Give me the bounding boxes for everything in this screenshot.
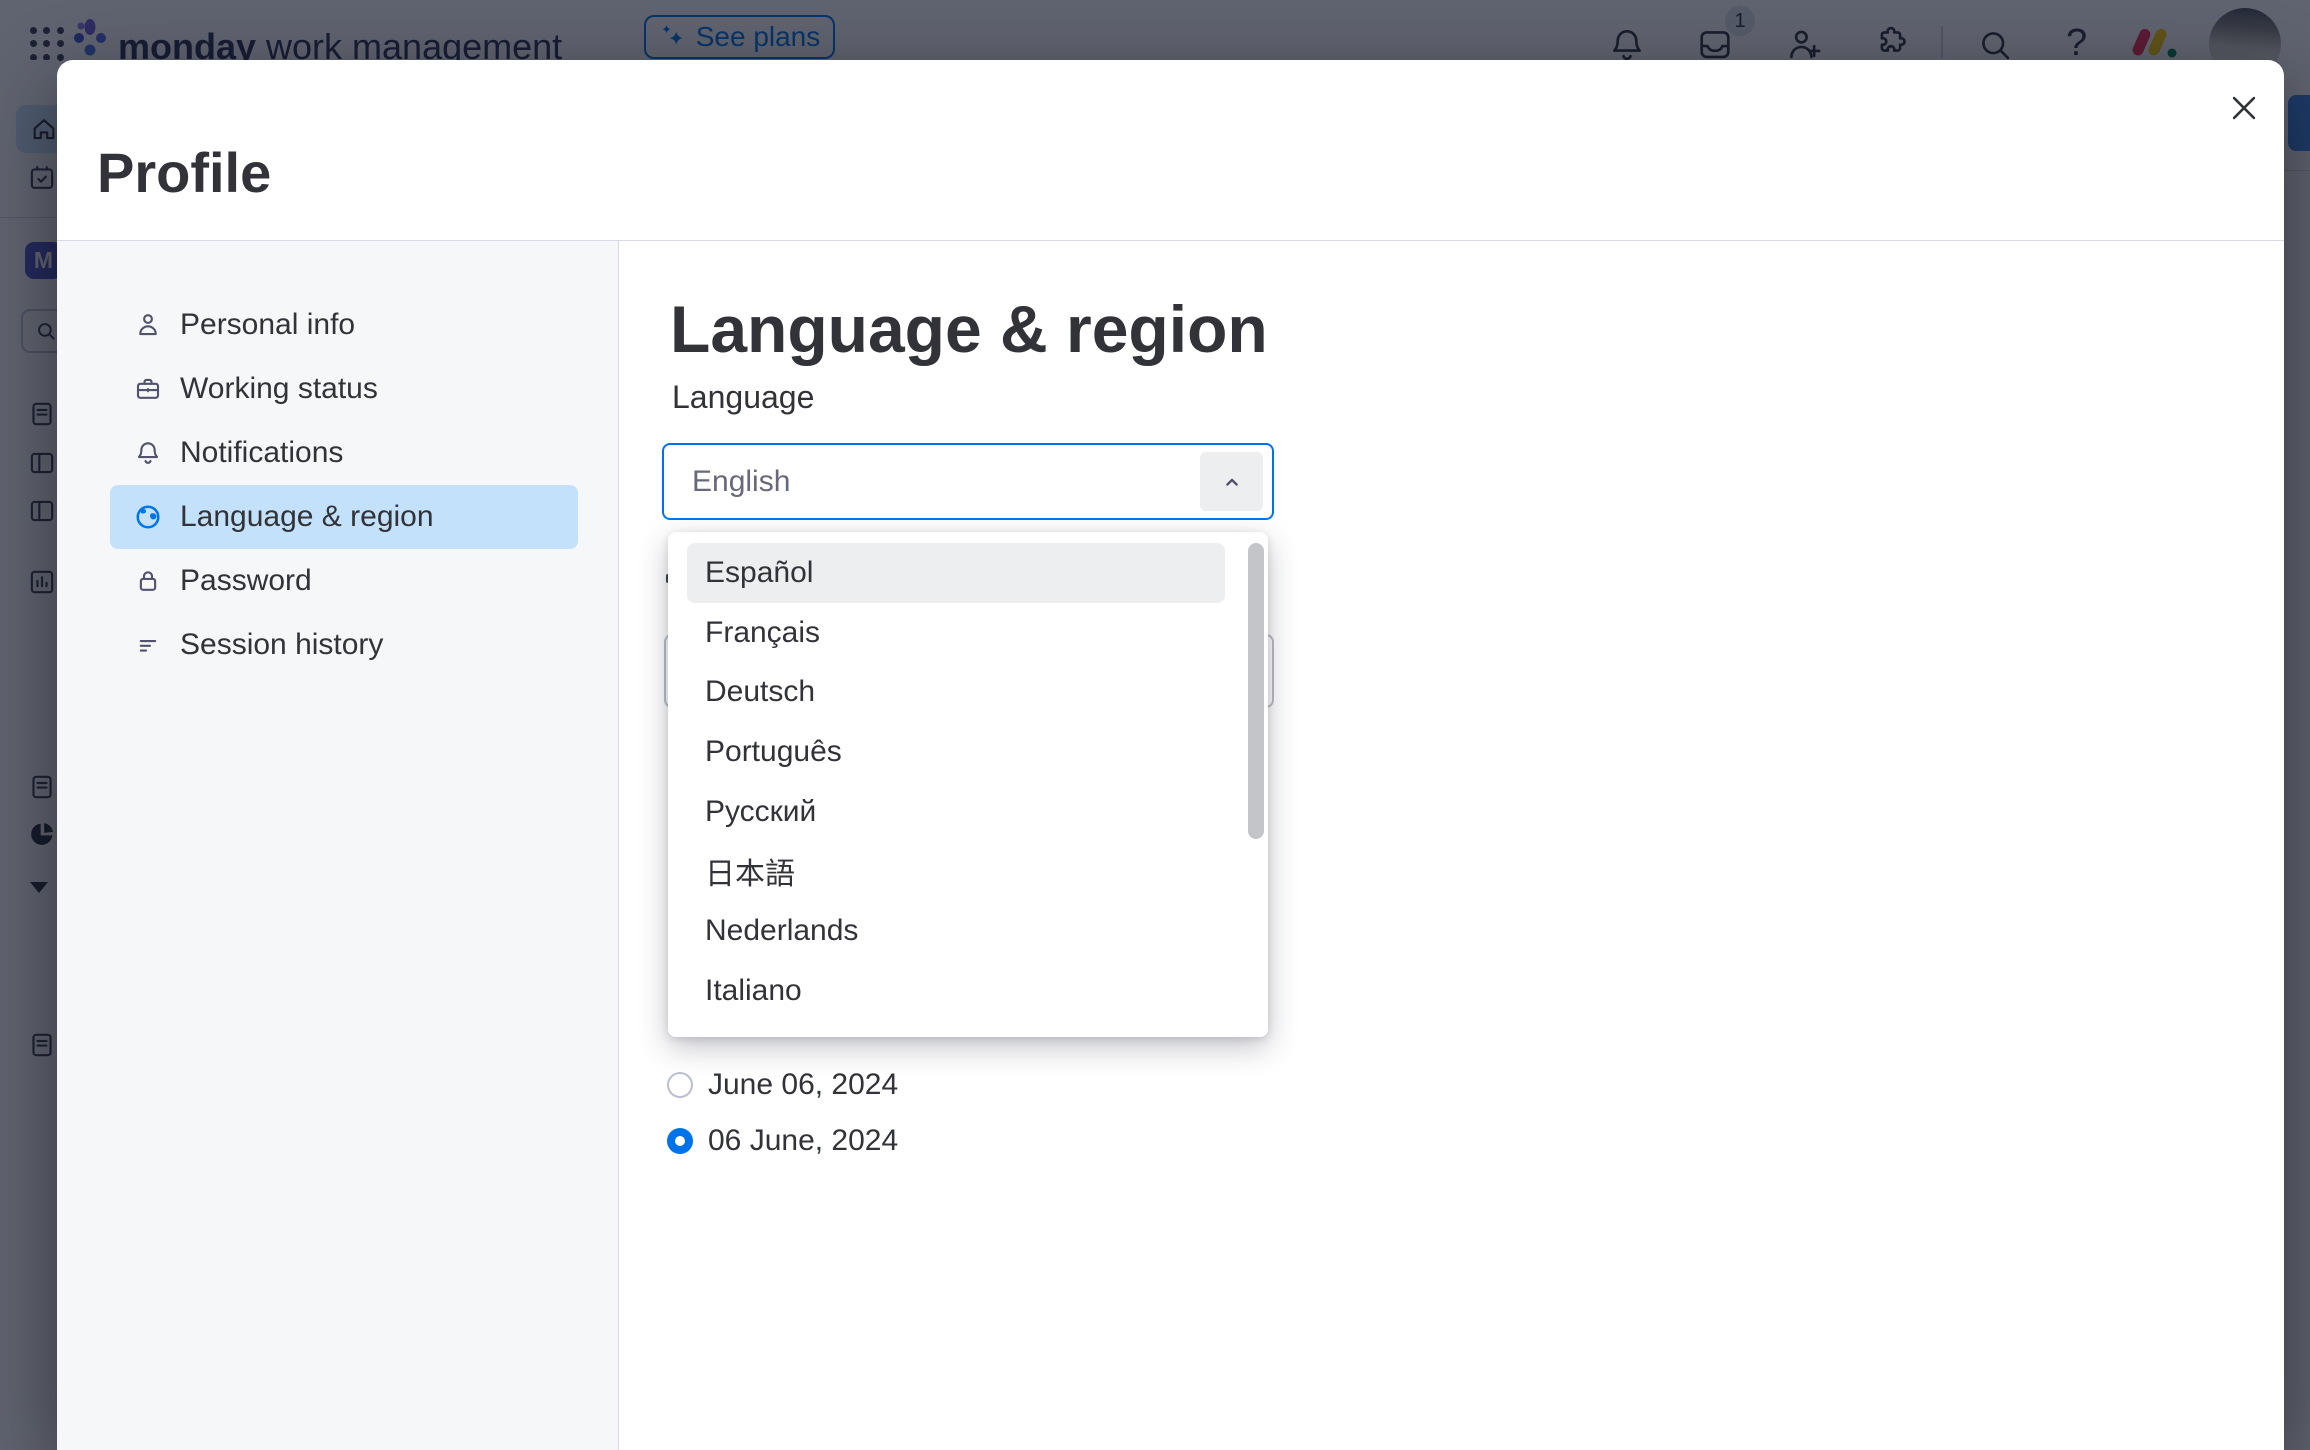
lock-icon xyxy=(139,571,157,591)
nav-item-session-history[interactable]: Session history xyxy=(110,613,578,677)
nav-label: Session history xyxy=(180,628,384,661)
profile-modal: Profile Personal info Working status Not… xyxy=(57,60,2284,1450)
language-options-list: Español Français Deutsch Português Русск… xyxy=(687,543,1225,1021)
language-option-japanese[interactable]: 日本語 xyxy=(687,841,1225,901)
date-format-label: June 06, 2024 xyxy=(708,1068,899,1101)
globe-icon xyxy=(136,505,160,529)
nav-label: Language & region xyxy=(180,500,434,533)
language-option-russian[interactable]: Русский xyxy=(687,782,1225,842)
close-icon xyxy=(2232,96,2256,120)
close-button[interactable] xyxy=(2221,85,2267,131)
nav-label: Working status xyxy=(180,372,378,405)
bell-icon xyxy=(137,442,159,464)
language-select-value: English xyxy=(692,465,791,498)
language-option-deutsch[interactable]: Deutsch xyxy=(687,662,1225,722)
nav-label: Personal info xyxy=(180,308,356,341)
date-format-label: 06 June, 2024 xyxy=(708,1124,899,1157)
page-title: Language & region xyxy=(670,292,1268,366)
modal-title: Profile xyxy=(97,141,272,204)
nav-item-working-status[interactable]: Working status xyxy=(110,357,578,421)
collapse-dropdown-button[interactable] xyxy=(1200,452,1263,511)
language-option-francais[interactable]: Français xyxy=(687,603,1225,663)
modal-sidebar-divider xyxy=(618,241,619,1450)
language-dropdown: Español Français Deutsch Português Русск… xyxy=(668,532,1268,1037)
nav-item-language-region[interactable]: Language & region xyxy=(110,485,578,549)
radio-selected-icon[interactable] xyxy=(667,1128,693,1154)
nav-label: Password xyxy=(180,564,312,597)
date-format-option-1[interactable]: June 06, 2024 xyxy=(667,1068,898,1102)
person-icon xyxy=(139,314,157,336)
language-option-italiano[interactable]: Italiano xyxy=(687,961,1225,1021)
nav-item-password[interactable]: Password xyxy=(110,549,578,613)
language-field-label: Language xyxy=(672,379,815,415)
nav-item-notifications[interactable]: Notifications xyxy=(110,421,578,485)
language-option-nederlands[interactable]: Nederlands xyxy=(687,901,1225,961)
briefcase-icon xyxy=(136,378,160,399)
chevron-up-icon xyxy=(1225,478,1238,486)
dropdown-scrollbar-thumb[interactable] xyxy=(1248,543,1264,839)
language-option-portugues[interactable]: Português xyxy=(687,722,1225,782)
profile-nav: Personal info Working status Notificatio… xyxy=(110,293,578,677)
date-format-option-2[interactable]: 06 June, 2024 xyxy=(667,1124,898,1158)
screen: monday work management See plans 1 xyxy=(0,0,2310,1450)
language-option-espanol[interactable]: Español xyxy=(687,543,1225,603)
nav-item-personal-info[interactable]: Personal info xyxy=(110,293,578,357)
nav-label: Notifications xyxy=(180,436,344,469)
radio-unselected-icon[interactable] xyxy=(667,1072,693,1098)
language-select[interactable]: English xyxy=(662,443,1274,520)
history-icon xyxy=(139,639,157,652)
